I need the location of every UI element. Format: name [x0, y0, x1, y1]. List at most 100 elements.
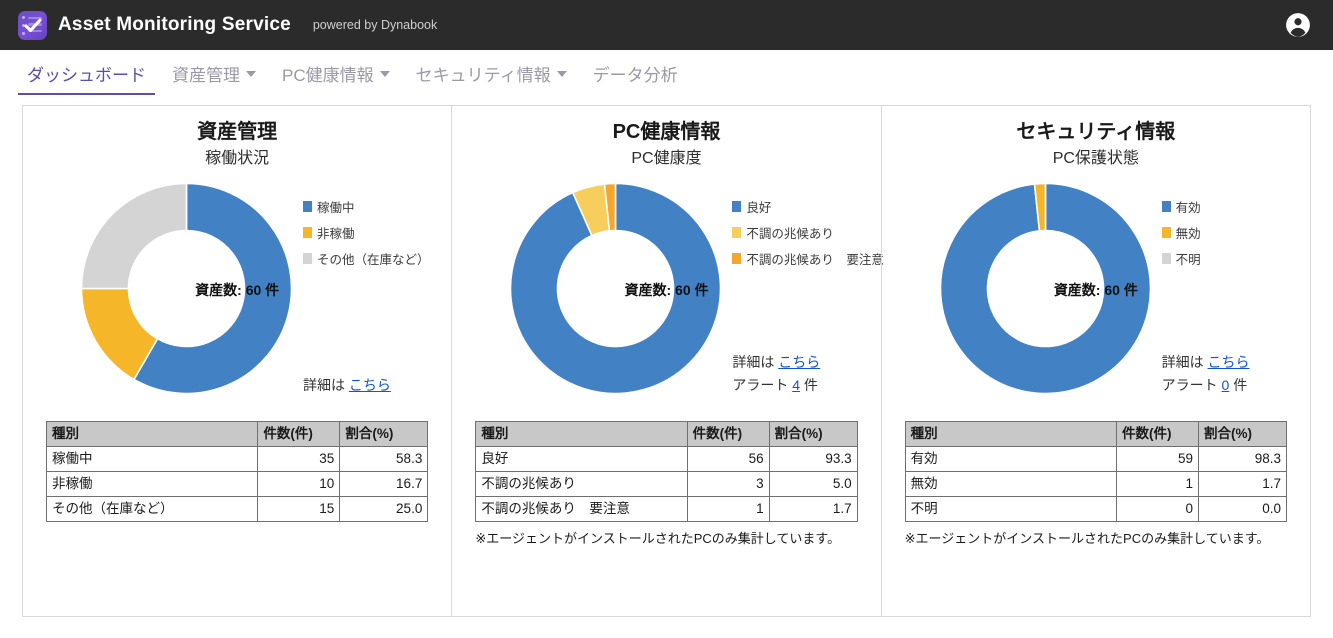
- cell-type: 無効: [904, 470, 1117, 497]
- legend-label: 有効: [1175, 200, 1201, 215]
- card-asset-management: 資産管理 稼働状況 資産数: 60 件 稼働中 非稼働 その他（在庫など） 詳細…: [23, 106, 451, 616]
- nav-item-label: PC健康情報: [282, 66, 374, 85]
- top-header-bar: Asset Monitoring Service powered by Dyna…: [0, 0, 1333, 50]
- alert-prefix: アラート: [1161, 376, 1218, 393]
- card-links: 詳細は こちら アラート 4 件: [732, 351, 820, 397]
- nav-item-label: データ分析: [592, 66, 678, 85]
- cell-count: 59: [1115, 445, 1199, 472]
- legend-item: その他（在庫など）: [303, 249, 430, 268]
- card-links: 詳細は こちら: [303, 374, 391, 397]
- alert-count-link[interactable]: 4: [792, 377, 800, 393]
- chevron-down-icon: [379, 70, 390, 77]
- legend-swatch: [732, 252, 742, 264]
- legend-swatch: [1161, 252, 1171, 264]
- column-header-count: 件数(件): [686, 420, 770, 447]
- cell-pct: 98.3: [1197, 445, 1287, 472]
- cell-count: 0: [1115, 495, 1199, 522]
- legend-label: 良好: [746, 200, 772, 215]
- nav-item-dashboard[interactable]: ダッシュボード: [14, 50, 159, 97]
- main-navigation: ダッシュボード 資産管理 PC健康情報 セキュリティ情報 データ分析: [0, 50, 1333, 98]
- legend-swatch: [1161, 200, 1171, 212]
- cell-pct: 16.7: [339, 470, 429, 497]
- chevron-down-icon: [556, 70, 567, 77]
- detail-prefix: 詳細は: [1161, 353, 1204, 370]
- cell-type: 有効: [904, 445, 1117, 472]
- column-header-type: 種別: [904, 420, 1117, 447]
- column-header-pct: 割合(%): [768, 420, 858, 447]
- table-row: 無効 1 1.7: [904, 470, 1287, 497]
- detail-line: 詳細は こちら: [732, 351, 820, 374]
- legend-label: 無効: [1175, 226, 1201, 241]
- nav-item-label: セキュリティ情報: [415, 66, 551, 85]
- detail-link[interactable]: こちら: [349, 377, 391, 393]
- table-row: 不調の兆候あり 要注意 1 1.7: [475, 495, 858, 522]
- detail-prefix: 詳細は: [732, 353, 775, 370]
- donut-slice: [80, 182, 188, 290]
- chart-legend: 有効 無効 不明: [1161, 197, 1201, 268]
- table-row: 不調の兆候あり 3 5.0: [475, 470, 858, 497]
- card-title: 資産管理: [197, 121, 278, 143]
- alert-prefix: アラート: [732, 376, 789, 393]
- legend-item: 良好: [732, 197, 884, 216]
- cell-pct: 0.0: [1197, 495, 1287, 522]
- chart-area: 資産数: 60 件 良好 不調の兆候あり 不調の兆候あり 要注意 詳細は こちら…: [464, 181, 884, 399]
- alert-suffix: 件: [803, 376, 818, 393]
- legend-swatch: [732, 200, 742, 212]
- legend-label: 不調の兆候あり 要注意: [746, 252, 884, 267]
- table-header-row: 種別 件数(件) 割合(%): [904, 420, 1287, 447]
- legend-label: 稼働中: [317, 200, 355, 215]
- column-header-pct: 割合(%): [1197, 420, 1287, 447]
- detail-link[interactable]: こちら: [1208, 354, 1250, 370]
- cell-pct: 5.0: [768, 470, 858, 497]
- cell-type: 不調の兆候あり 要注意: [475, 495, 688, 522]
- brand-title: Asset Monitoring Service: [58, 14, 291, 35]
- cell-type: 不明: [904, 495, 1117, 522]
- stats-table: 種別 件数(件) 割合(%) 良好 56 93.3 不調の兆候あり 3 5.0 …: [475, 420, 858, 522]
- account-circle-icon[interactable]: [1285, 12, 1311, 38]
- cell-type: 良好: [475, 445, 688, 472]
- legend-item: 不調の兆候あり: [732, 223, 884, 242]
- card-pc-health: PC健康情報 PC健康度 資産数: 60 件 良好 不調の兆候あり 不調の兆候あ…: [451, 106, 884, 616]
- brand-subtitle: powered by Dynabook: [312, 18, 438, 32]
- checklist-logo-icon: [18, 10, 47, 40]
- detail-line: 詳細は こちら: [1162, 351, 1250, 374]
- card-title: PC健康情報: [612, 121, 721, 143]
- stats-table: 種別 件数(件) 割合(%) 有効 59 98.3 無効 1 1.7 不明 0 …: [904, 420, 1287, 522]
- card-subtitle: PC保護状態: [1052, 150, 1139, 167]
- alert-count-link[interactable]: 0: [1222, 377, 1230, 393]
- legend-label: 不明: [1175, 252, 1201, 267]
- column-header-type: 種別: [45, 420, 259, 447]
- legend-label: その他（在庫など）: [317, 252, 430, 267]
- nav-item-label: ダッシュボード: [27, 66, 146, 85]
- donut-chart-pc-health: [508, 181, 723, 396]
- chart-legend: 良好 不調の兆候あり 不調の兆候あり 要注意: [732, 197, 884, 268]
- legend-swatch: [1161, 226, 1171, 238]
- legend-swatch: [303, 226, 312, 238]
- chart-area: 資産数: 60 件 稼働中 非稼働 その他（在庫など） 詳細は こちら: [35, 181, 439, 399]
- cell-count: 56: [686, 445, 770, 472]
- nav-item-pc-health[interactable]: PC健康情報: [269, 50, 403, 97]
- table-header-row: 種別 件数(件) 割合(%): [475, 420, 858, 447]
- table-row: 不明 0 0.0: [904, 495, 1287, 522]
- cell-count: 1: [686, 495, 770, 522]
- detail-line: 詳細は こちら: [303, 374, 391, 397]
- cell-type: 稼働中: [45, 445, 259, 472]
- column-header-pct: 割合(%): [339, 420, 429, 447]
- nav-item-data-analysis[interactable]: データ分析: [580, 50, 691, 97]
- cell-count: 10: [257, 470, 341, 497]
- chart-legend: 稼働中 非稼働 その他（在庫など）: [303, 197, 430, 268]
- detail-link[interactable]: こちら: [778, 354, 820, 370]
- cell-pct: 1.7: [768, 495, 858, 522]
- nav-item-security[interactable]: セキュリティ情報: [403, 50, 580, 97]
- nav-item-asset-management[interactable]: 資産管理: [159, 50, 269, 97]
- legend-item: 不明: [1161, 249, 1201, 268]
- table-row: 稼働中 35 58.3: [45, 445, 429, 472]
- card-security: セキュリティ情報 PC保護状態 資産数: 60 件 有効 無効 不明 詳細は こ…: [880, 106, 1310, 616]
- cell-pct: 58.3: [339, 445, 429, 472]
- alert-line: アラート 0 件: [1162, 374, 1250, 397]
- table-row: 良好 56 93.3: [475, 445, 858, 472]
- cell-count: 35: [257, 445, 341, 472]
- legend-swatch: [732, 226, 742, 238]
- alert-suffix: 件: [1233, 376, 1248, 393]
- legend-label: 不調の兆候あり: [746, 226, 834, 241]
